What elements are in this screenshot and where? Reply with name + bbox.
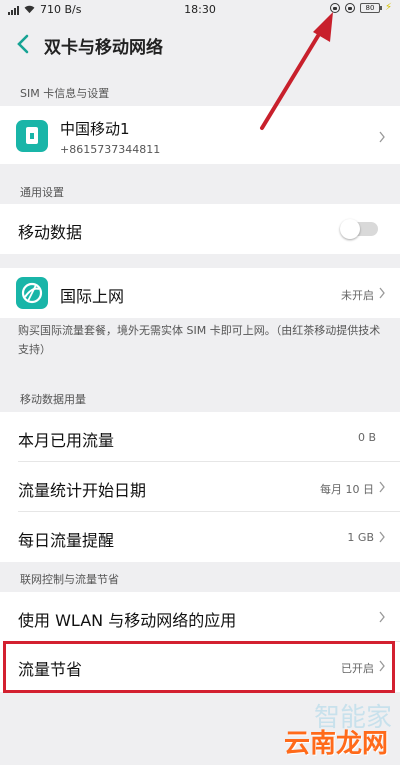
- toggle-knob: [340, 219, 360, 239]
- charging-icon: ⚡: [384, 2, 392, 13]
- sim-name: 中国移动1: [60, 120, 130, 138]
- usage-row-start-date[interactable]: 流量统计开始日期 每月 10 日: [0, 462, 400, 512]
- usage-label: 流量统计开始日期: [18, 481, 147, 500]
- section-header-general: 通用设置: [20, 186, 64, 199]
- section-header-control: 联网控制与流量节省: [20, 573, 119, 586]
- intl-status: 未开启: [341, 289, 374, 302]
- sim-card-icon: [16, 120, 48, 152]
- usage-row-monthly[interactable]: 本月已用流量 0 B: [0, 412, 400, 462]
- chevron-right-icon: [379, 531, 385, 543]
- globe-icon: [16, 277, 48, 309]
- back-arrow-icon[interactable]: [14, 32, 34, 56]
- mobile-data-row[interactable]: 移动数据: [0, 204, 400, 254]
- battery-icon: 80: [359, 2, 382, 13]
- highlight-box: [3, 641, 395, 693]
- mobile-data-label: 移动数据: [18, 223, 83, 242]
- page-title: 双卡与移动网络: [44, 38, 163, 58]
- sim-number: +8615737344811: [60, 143, 161, 156]
- chevron-right-icon: [379, 611, 385, 623]
- intl-description: 购买国际流量套餐，境外无需实体 SIM 卡即可上网。（由红茶移动提供技术支持）: [0, 321, 400, 361]
- international-roaming-row[interactable]: 国际上网 未开启: [0, 268, 400, 318]
- usage-value: 0 B: [357, 431, 376, 444]
- mobile-data-toggle[interactable]: [340, 219, 378, 239]
- alarm-icon: [344, 2, 355, 13]
- usage-label: 本月已用流量: [18, 431, 115, 450]
- intl-label: 国际上网: [60, 287, 125, 306]
- apps-network-row[interactable]: 使用 WLAN 与移动网络的应用: [0, 592, 400, 642]
- usage-value: 1 GB: [347, 531, 374, 544]
- section-header-usage: 移动数据用量: [20, 393, 86, 406]
- title-bar: 双卡与移动网络: [0, 22, 400, 66]
- watermark-bottom: 云南龙网: [283, 729, 388, 759]
- section-header-sim: SIM 卡信息与设置: [20, 87, 110, 100]
- sim-card-row[interactable]: 中国移动1 +8615737344811: [0, 106, 400, 164]
- usage-row-daily-alert[interactable]: 每日流量提醒 1 GB: [0, 512, 400, 562]
- chevron-right-icon: [379, 481, 385, 493]
- usage-value: 每月 10 日: [320, 483, 374, 496]
- watermark: 智能家 云南龙网: [242, 697, 392, 759]
- apps-network-label: 使用 WLAN 与移动网络的应用: [18, 611, 237, 630]
- status-bar: 710 B/s 18:30 80 ⚡: [0, 0, 400, 18]
- screen-record-icon: [329, 2, 340, 13]
- chevron-right-icon: [379, 287, 385, 299]
- status-right: 80 ⚡: [329, 2, 392, 13]
- chevron-right-icon: [379, 131, 385, 143]
- usage-label: 每日流量提醒: [18, 531, 115, 550]
